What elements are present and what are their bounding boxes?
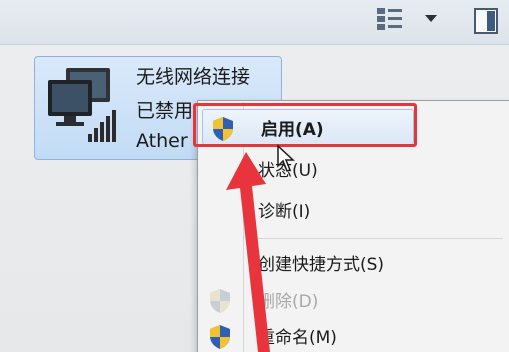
- shield-icon: [210, 289, 230, 313]
- menu-item-label: 诊断(I): [258, 202, 311, 222]
- menu-item-status[interactable]: 状态(U): [200, 151, 509, 187]
- preview-pane-icon[interactable]: [474, 8, 498, 34]
- menu-item-label: 状态(U): [258, 161, 318, 181]
- chevron-down-icon[interactable]: [423, 10, 439, 26]
- change-view-icon[interactable]: [376, 6, 404, 32]
- menu-item-rename[interactable]: 重命名(M): [200, 318, 509, 352]
- menu-item-create-shortcut[interactable]: 创建快捷方式(S): [200, 245, 509, 281]
- menu-item-diagnose[interactable]: 诊断(I): [200, 192, 509, 228]
- connection-status: 已禁用: [136, 100, 194, 122]
- menu-item-label: 创建快捷方式(S): [258, 255, 385, 275]
- menu-item-delete[interactable]: 删除(D): [200, 282, 509, 318]
- connection-name: 无线网络连接: [136, 66, 251, 88]
- shield-icon: [213, 117, 233, 141]
- menu-item-label: 删除(D): [258, 292, 319, 312]
- menu-separator: [248, 238, 503, 239]
- menu-item-enable[interactable]: 启用(A): [202, 109, 414, 145]
- network-computer-icon: [48, 68, 116, 142]
- menu-item-label: 重命名(M): [258, 328, 337, 348]
- screen: 无线网络连接 已禁用 Ather 启用(A) 状态(U) 诊断(I) 创建快捷方…: [0, 0, 509, 352]
- shield-icon: [210, 325, 230, 349]
- connection-adapter: Ather: [136, 130, 188, 152]
- menu-item-label: 启用(A): [261, 120, 324, 140]
